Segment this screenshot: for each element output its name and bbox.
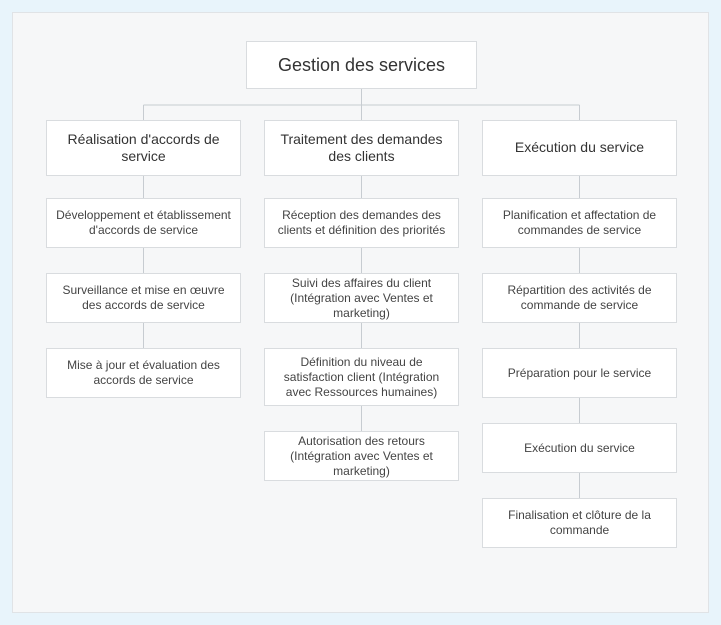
node-leaf: Développement et établissement d'accords… xyxy=(46,198,241,248)
node-label: Gestion des services xyxy=(278,54,445,77)
node-label: Définition du niveau de satisfaction cli… xyxy=(273,355,450,400)
node-label: Préparation pour le service xyxy=(508,366,651,381)
node-leaf: Finalisation et clôture de la commande xyxy=(482,498,677,548)
node-label: Suivi des affaires du client (Intégratio… xyxy=(273,276,450,321)
node-label: Réception des demandes des clients et dé… xyxy=(273,208,450,238)
node-label: Traitement des demandes des clients xyxy=(273,131,450,166)
node-leaf: Suivi des affaires du client (Intégratio… xyxy=(264,273,459,323)
node-leaf: Répartition des activités de commande de… xyxy=(482,273,677,323)
node-root: Gestion des services xyxy=(246,41,477,89)
node-leaf: Planification et affectation de commande… xyxy=(482,198,677,248)
node-branch-2: Traitement des demandes des clients xyxy=(264,120,459,176)
diagram-canvas: Gestion des services Réalisation d'accor… xyxy=(12,12,709,613)
node-leaf: Autorisation des retours (Intégration av… xyxy=(264,431,459,481)
node-leaf: Surveillance et mise en œuvre des accord… xyxy=(46,273,241,323)
node-label: Exécution du service xyxy=(515,139,644,157)
node-leaf: Exécution du service xyxy=(482,423,677,473)
node-label: Exécution du service xyxy=(524,441,635,456)
node-label: Développement et établissement d'accords… xyxy=(55,208,232,238)
node-leaf: Réception des demandes des clients et dé… xyxy=(264,198,459,248)
node-label: Finalisation et clôture de la commande xyxy=(491,508,668,538)
node-label: Répartition des activités de commande de… xyxy=(491,283,668,313)
node-label: Réalisation d'accords de service xyxy=(55,131,232,166)
node-label: Surveillance et mise en œuvre des accord… xyxy=(55,283,232,313)
node-branch-3: Exécution du service xyxy=(482,120,677,176)
node-leaf: Mise à jour et évaluation des accords de… xyxy=(46,348,241,398)
node-label: Planification et affectation de commande… xyxy=(491,208,668,238)
node-leaf: Préparation pour le service xyxy=(482,348,677,398)
node-label: Mise à jour et évaluation des accords de… xyxy=(55,358,232,388)
node-leaf: Définition du niveau de satisfaction cli… xyxy=(264,348,459,406)
node-branch-1: Réalisation d'accords de service xyxy=(46,120,241,176)
node-label: Autorisation des retours (Intégration av… xyxy=(273,434,450,479)
